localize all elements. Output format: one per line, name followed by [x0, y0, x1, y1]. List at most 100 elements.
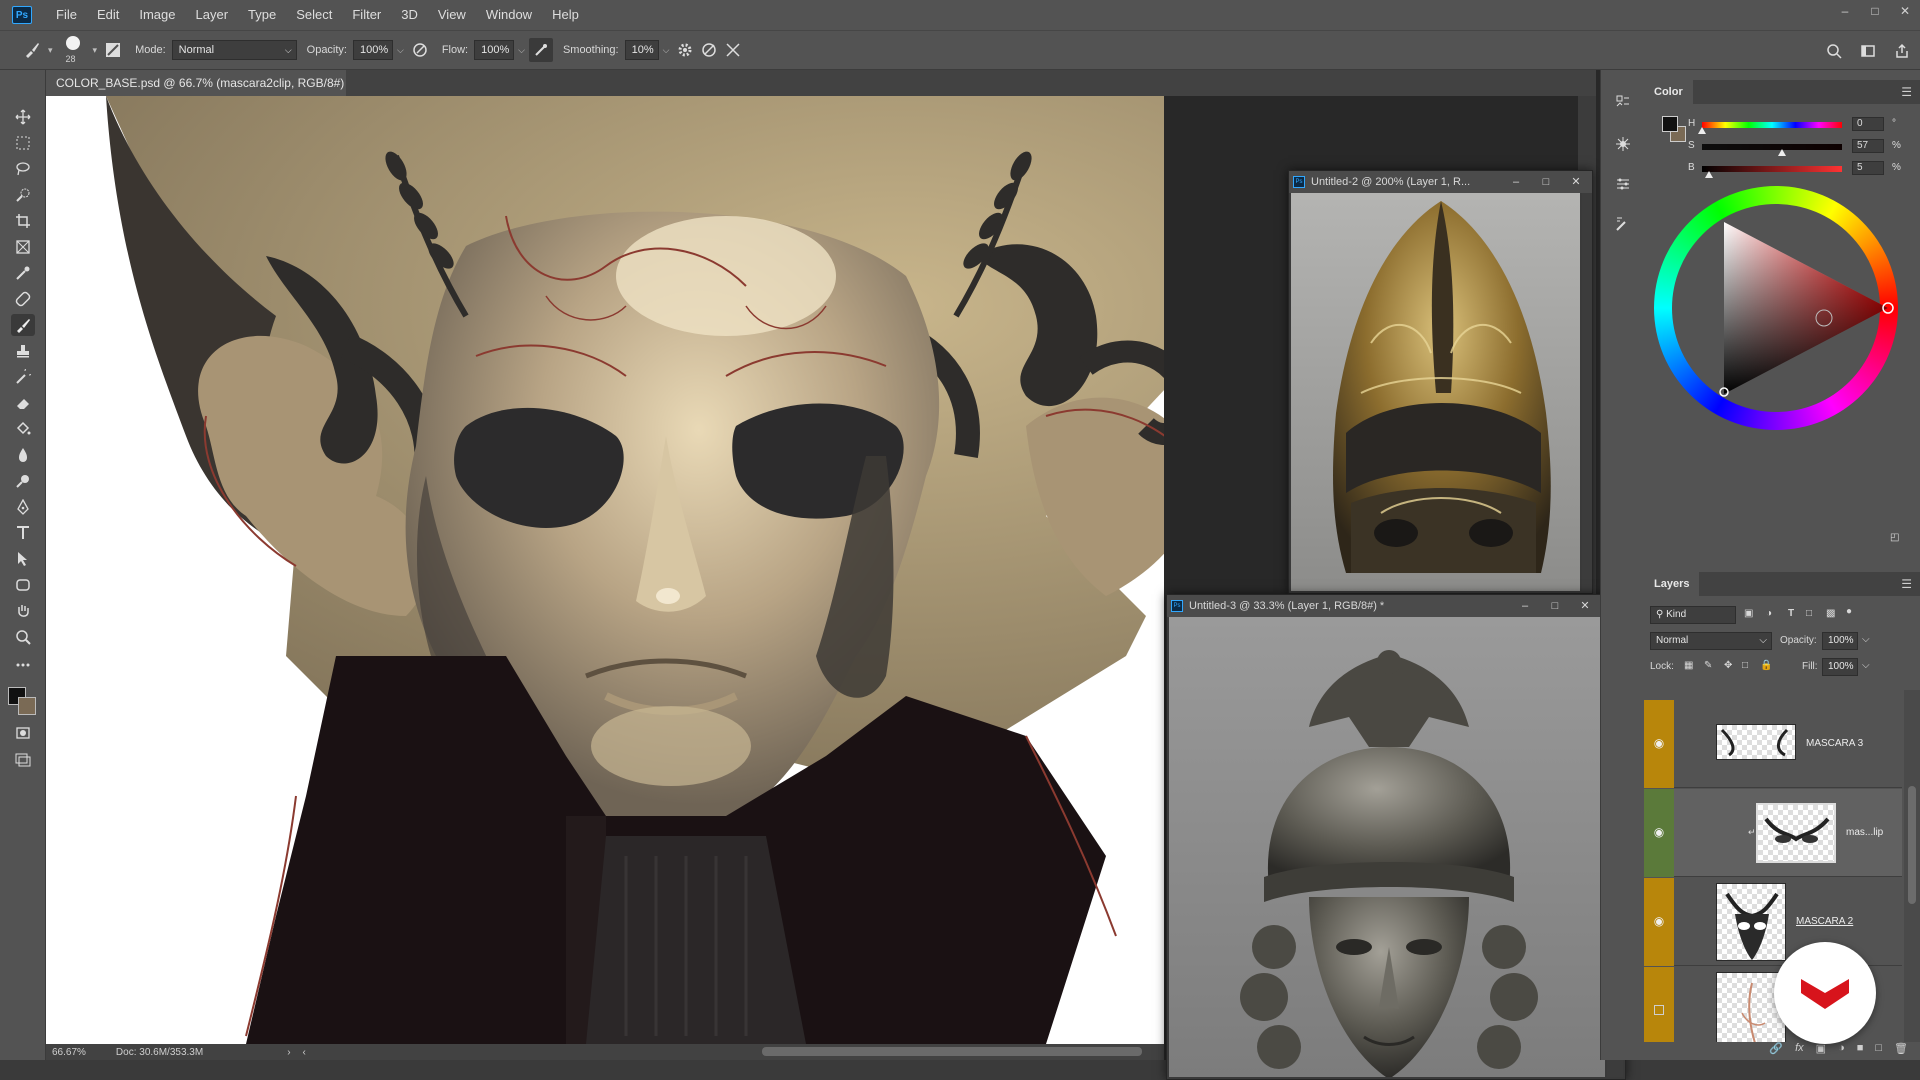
adjustment-layer-icon[interactable]: ◑	[1838, 1042, 1845, 1060]
pressure-opacity-icon[interactable]	[408, 38, 432, 62]
eyedropper-tool-icon[interactable]	[11, 262, 35, 284]
menu-help[interactable]: Help	[542, 0, 589, 30]
document-tab[interactable]: COLOR_BASE.psd @ 66.7% (mascara2clip, RG…	[46, 70, 346, 116]
layers-panel-tab[interactable]: Layers	[1644, 572, 1700, 596]
layer-row-selected[interactable]: ◉ ↵ mas...lip	[1644, 789, 1902, 877]
menu-window[interactable]: Window	[476, 0, 542, 30]
shape-tool-icon[interactable]	[11, 574, 35, 596]
healing-brush-tool-icon[interactable]	[11, 288, 35, 310]
move-tool-icon[interactable]	[11, 106, 35, 128]
brush-settings-icon[interactable]	[101, 38, 125, 62]
hue-slider-thumb[interactable]	[1698, 127, 1706, 134]
eye-icon[interactable]: ◉	[1652, 737, 1666, 749]
menu-file[interactable]: File	[46, 0, 87, 30]
reference-window-2[interactable]: Ps Untitled-3 @ 33.3% (Layer 1, RGB/8#) …	[1166, 594, 1626, 1080]
layer-row[interactable]: ◉ MASCARA 2	[1644, 878, 1902, 966]
link-layers-icon[interactable]: 🔗	[1769, 1042, 1783, 1060]
frame-tool-icon[interactable]	[11, 236, 35, 258]
menu-filter[interactable]: Filter	[342, 0, 391, 30]
menu-3d[interactable]: 3D	[391, 0, 428, 30]
eye-icon[interactable]: ◉	[1652, 826, 1666, 838]
chevron-down-icon[interactable]: ⌵	[518, 45, 525, 56]
layer-mask-icon[interactable]: ▣	[1816, 1042, 1826, 1060]
workspace-icon[interactable]	[1856, 39, 1880, 63]
pressure-size-icon[interactable]	[697, 38, 721, 62]
layer-style-icon[interactable]: fx	[1795, 1042, 1804, 1060]
fill-field[interactable]: 100%	[1822, 658, 1858, 676]
brush-tool-icon[interactable]	[11, 314, 35, 336]
airbrush-icon[interactable]	[528, 38, 553, 62]
menu-layer[interactable]: Layer	[186, 0, 239, 30]
hue-value-field[interactable]: 0	[1852, 117, 1884, 131]
lock-position-icon[interactable]: ✥	[1724, 660, 1732, 671]
brightness-slider-thumb[interactable]	[1705, 171, 1713, 178]
pixel-filter-icon[interactable]: ▣	[1744, 608, 1753, 619]
brightness-slider[interactable]	[1702, 166, 1842, 172]
scrollbar-thumb[interactable]	[1908, 786, 1916, 904]
vertical-scrollbar[interactable]	[1582, 193, 1592, 591]
maximize-icon[interactable]: □	[1545, 595, 1565, 617]
eye-icon[interactable]: ◉	[1652, 915, 1666, 927]
brush-tool-icon[interactable]	[20, 38, 44, 62]
adjustment-filter-icon[interactable]: ◑	[1766, 608, 1772, 619]
share-icon[interactable]	[1890, 39, 1914, 63]
brightness-value-field[interactable]: 5	[1852, 161, 1884, 175]
chevron-right-icon[interactable]: ›	[287, 1047, 290, 1058]
horizontal-scrollbar[interactable]	[762, 1047, 1142, 1056]
dodge-tool-icon[interactable]	[11, 470, 35, 492]
close-icon[interactable]: ✕	[1566, 171, 1586, 193]
screen-mode-icon[interactable]	[11, 748, 35, 770]
zoom-tool-icon[interactable]	[11, 626, 35, 648]
history-brush-tool-icon[interactable]	[11, 366, 35, 388]
lock-pixels-icon[interactable]: ✎	[1704, 660, 1712, 671]
saturation-slider[interactable]	[1702, 144, 1842, 150]
color-wheel[interactable]	[1654, 186, 1898, 430]
background-color-swatch[interactable]	[18, 697, 36, 715]
saturation-brightness-triangle[interactable]	[1654, 186, 1898, 430]
chevron-down-icon[interactable]: ▾	[48, 45, 53, 56]
panel-menu-icon[interactable]: ☰	[1901, 85, 1912, 99]
paint-bucket-tool-icon[interactable]	[11, 418, 35, 440]
chevron-down-icon[interactable]: ▾	[93, 45, 98, 56]
minimize-icon[interactable]: –	[1830, 0, 1860, 22]
lock-all-icon[interactable]: 🔒	[1760, 660, 1772, 671]
maximize-icon[interactable]: □	[1536, 171, 1556, 193]
close-icon[interactable]: ✕	[1890, 0, 1920, 22]
minimize-icon[interactable]: –	[1506, 171, 1526, 193]
clone-stamp-tool-icon[interactable]	[11, 340, 35, 362]
quick-select-tool-icon[interactable]	[11, 184, 35, 206]
brushes-panel-icon[interactable]	[1611, 212, 1635, 236]
symmetry-icon[interactable]	[721, 38, 745, 62]
smoothing-field[interactable]: 10%	[624, 40, 659, 60]
type-filter-icon[interactable]: T	[1788, 608, 1794, 619]
path-selection-tool-icon[interactable]	[11, 548, 35, 570]
brush-settings-panel-icon[interactable]	[1611, 132, 1635, 156]
chevron-down-icon[interactable]: ⌵	[1862, 660, 1870, 671]
layer-opacity-field[interactable]: 100%	[1822, 632, 1858, 650]
menu-edit[interactable]: Edit	[87, 0, 129, 30]
menu-select[interactable]: Select	[286, 0, 342, 30]
search-icon[interactable]	[1822, 39, 1846, 63]
lock-transparent-icon[interactable]: ▦	[1684, 660, 1693, 671]
new-layer-icon[interactable]: □	[1875, 1042, 1882, 1060]
layer-filter-select[interactable]: ⚲ Kind	[1650, 606, 1736, 624]
layer-row[interactable]: ◉ MASCARA 3	[1644, 700, 1902, 788]
chevron-left-icon[interactable]: ‹	[303, 1047, 306, 1058]
foreground-color-swatch[interactable]	[1662, 116, 1678, 132]
crop-tool-icon[interactable]	[11, 210, 35, 232]
layers-scrollbar[interactable]	[1904, 690, 1920, 1042]
chevron-down-icon[interactable]: ⌵	[663, 45, 670, 56]
menu-view[interactable]: View	[428, 0, 476, 30]
menu-type[interactable]: Type	[238, 0, 286, 30]
flow-field[interactable]: 100%	[474, 40, 515, 60]
maximize-icon[interactable]: □	[1860, 0, 1890, 22]
blend-mode-select[interactable]: Normal ⌵	[1650, 632, 1772, 650]
close-icon[interactable]: ✕	[1575, 595, 1595, 617]
doc-size-info[interactable]: Doc: 30.6M/353.3M	[116, 1047, 203, 1058]
hue-slider[interactable]	[1702, 122, 1842, 128]
photoshop-logo-icon[interactable]: Ps	[12, 6, 32, 24]
eraser-tool-icon[interactable]	[11, 392, 35, 414]
saturation-value-field[interactable]: 57	[1852, 139, 1884, 153]
blur-tool-icon[interactable]	[11, 444, 35, 466]
type-tool-icon[interactable]	[11, 522, 35, 544]
